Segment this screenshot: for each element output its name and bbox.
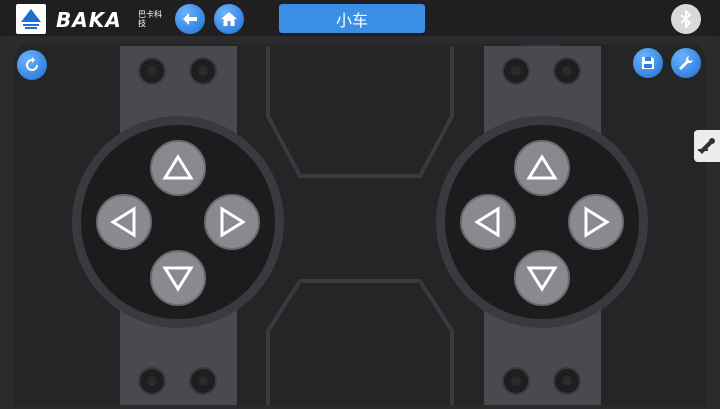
brand-name: BAKA — [56, 8, 122, 32]
controller-board — [0, 36, 720, 405]
page-title: 小车 — [279, 4, 425, 33]
side-tool-button[interactable] — [694, 130, 720, 162]
refresh-button[interactable] — [17, 50, 47, 80]
left-dpad-right-button[interactable] — [204, 194, 260, 250]
home-button[interactable] — [214, 4, 244, 34]
left-dpad-up-button[interactable] — [150, 140, 206, 196]
left-dpad-down-button[interactable] — [150, 250, 206, 306]
top-bar: BAKA 巴卡科技 小车 — [0, 0, 720, 36]
logo-icon — [16, 4, 46, 34]
save-icon — [642, 57, 654, 69]
right-dpad-down-button[interactable] — [514, 250, 570, 306]
bluetooth-icon — [680, 10, 692, 28]
right-dpad-right-button[interactable] — [568, 194, 624, 250]
left-dpad-left-button[interactable] — [96, 194, 152, 250]
right-dpad-up-button[interactable] — [514, 140, 570, 196]
bluetooth-button[interactable] — [671, 4, 701, 34]
refresh-icon — [26, 57, 38, 71]
brand-subtitle: 巴卡科技 — [138, 10, 162, 28]
tool-icon — [698, 138, 715, 154]
controller-graphic — [0, 36, 720, 405]
home-icon — [221, 12, 237, 26]
right-dpad-left-button[interactable] — [460, 194, 516, 250]
wrench-icon — [679, 56, 693, 70]
back-button[interactable] — [175, 4, 205, 34]
save-button[interactable] — [633, 48, 663, 78]
back-arrow-icon — [183, 13, 197, 25]
settings-button[interactable] — [671, 48, 701, 78]
brand-logo: BAKA 巴卡科技 — [56, 8, 168, 32]
